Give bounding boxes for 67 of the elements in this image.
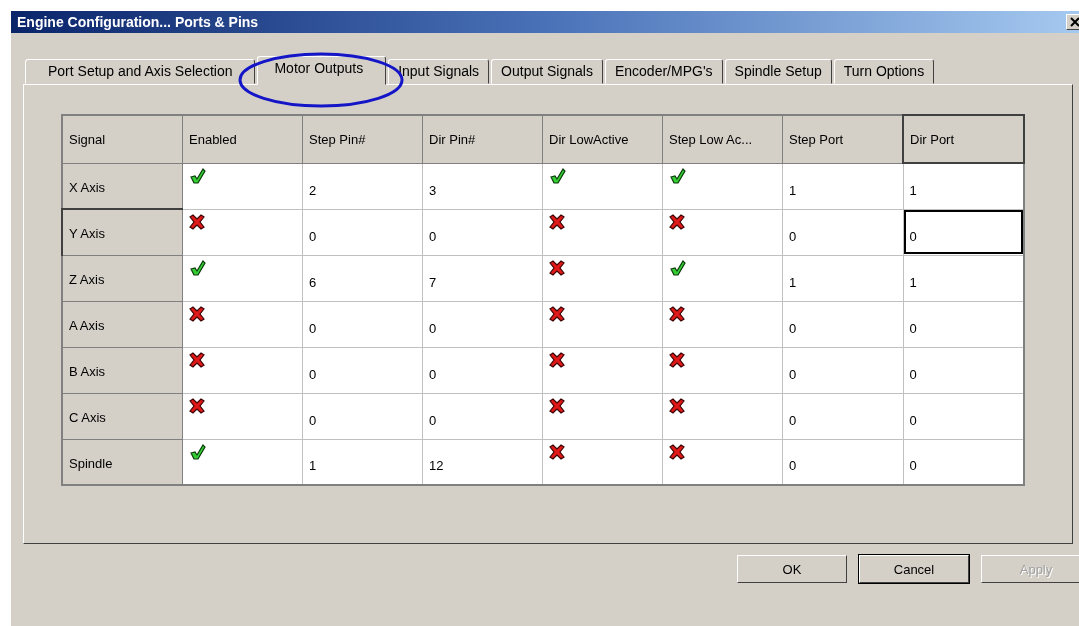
cross-icon[interactable]: [549, 397, 565, 414]
tab[interactable]: Input Signals: [388, 59, 490, 84]
table-cell[interactable]: 0: [782, 301, 903, 347]
cross-icon[interactable]: [669, 351, 685, 368]
close-icon: [1070, 17, 1079, 27]
table-cell[interactable]: 0: [302, 301, 423, 347]
check-icon[interactable]: [189, 259, 207, 276]
check-icon[interactable]: [189, 167, 207, 184]
table-cell[interactable]: 0: [302, 393, 423, 439]
cross-icon[interactable]: [549, 443, 565, 460]
column-header[interactable]: Step Low Ac...: [662, 115, 783, 163]
column-header[interactable]: Step Pin#: [302, 115, 423, 163]
column-header[interactable]: Dir Port: [903, 115, 1024, 163]
window-title: Engine Configuration... Ports & Pins: [17, 14, 259, 30]
row-header[interactable]: A Axis: [62, 301, 183, 347]
close-button[interactable]: [1066, 14, 1079, 30]
cross-icon[interactable]: [669, 305, 685, 322]
row-header[interactable]: B Axis: [62, 347, 183, 393]
table-cell[interactable]: 1: [782, 163, 903, 209]
cross-icon[interactable]: [189, 305, 205, 322]
table-cell[interactable]: 0: [782, 347, 903, 393]
table-cell[interactable]: 0: [782, 393, 903, 439]
column-header[interactable]: Step Port: [782, 115, 903, 163]
tab[interactable]: Spindle Setup: [724, 59, 832, 84]
table-cell[interactable]: 0: [782, 209, 903, 255]
cross-icon[interactable]: [669, 397, 685, 414]
table-cell[interactable]: 3: [422, 163, 543, 209]
table-cell[interactable]: 0: [422, 347, 543, 393]
table-cell[interactable]: 0: [302, 209, 423, 255]
column-header[interactable]: Signal: [62, 115, 183, 163]
cross-icon[interactable]: [549, 305, 565, 322]
row-header[interactable]: Z Axis: [62, 255, 183, 301]
dialog-button[interactable]: OK: [737, 555, 847, 583]
tab[interactable]: Output Signals: [491, 59, 603, 84]
cross-icon[interactable]: [549, 351, 565, 368]
tab[interactable]: Encoder/MPG's: [604, 59, 723, 84]
check-icon[interactable]: [669, 259, 687, 276]
tab[interactable]: Turn Options: [833, 59, 935, 84]
table-cell[interactable]: 0: [903, 209, 1024, 255]
table-cell[interactable]: 0: [302, 347, 423, 393]
table-cell[interactable]: 0: [422, 209, 543, 255]
check-icon[interactable]: [669, 167, 687, 184]
cross-icon[interactable]: [189, 213, 205, 230]
column-header[interactable]: Dir Pin#: [422, 115, 543, 163]
tab[interactable]: Motor Outputs: [257, 56, 387, 85]
check-icon[interactable]: [549, 167, 567, 184]
cross-icon[interactable]: [549, 213, 565, 230]
table-cell[interactable]: 6: [302, 255, 423, 301]
row-header[interactable]: C Axis: [62, 393, 183, 439]
cross-icon[interactable]: [669, 443, 685, 460]
cross-icon[interactable]: [189, 397, 205, 414]
table-cell[interactable]: 0: [422, 301, 543, 347]
dialog-button[interactable]: Cancel: [859, 555, 969, 583]
row-header[interactable]: X Axis: [62, 163, 183, 209]
table-cell[interactable]: 0: [422, 393, 543, 439]
cross-icon[interactable]: [189, 351, 205, 368]
cross-icon[interactable]: [669, 213, 685, 230]
cross-icon[interactable]: [549, 259, 565, 276]
row-header[interactable]: Spindle: [62, 439, 183, 485]
row-header[interactable]: Y Axis: [62, 209, 183, 255]
table-cell[interactable]: 7: [422, 255, 543, 301]
column-header[interactable]: Enabled: [182, 115, 303, 163]
table-cell[interactable]: 1: [782, 255, 903, 301]
tab[interactable]: Port Setup and Axis Selection: [25, 59, 256, 84]
column-header[interactable]: Dir LowActive: [542, 115, 663, 163]
table-cell[interactable]: 2: [302, 163, 423, 209]
check-icon[interactable]: [189, 443, 207, 460]
